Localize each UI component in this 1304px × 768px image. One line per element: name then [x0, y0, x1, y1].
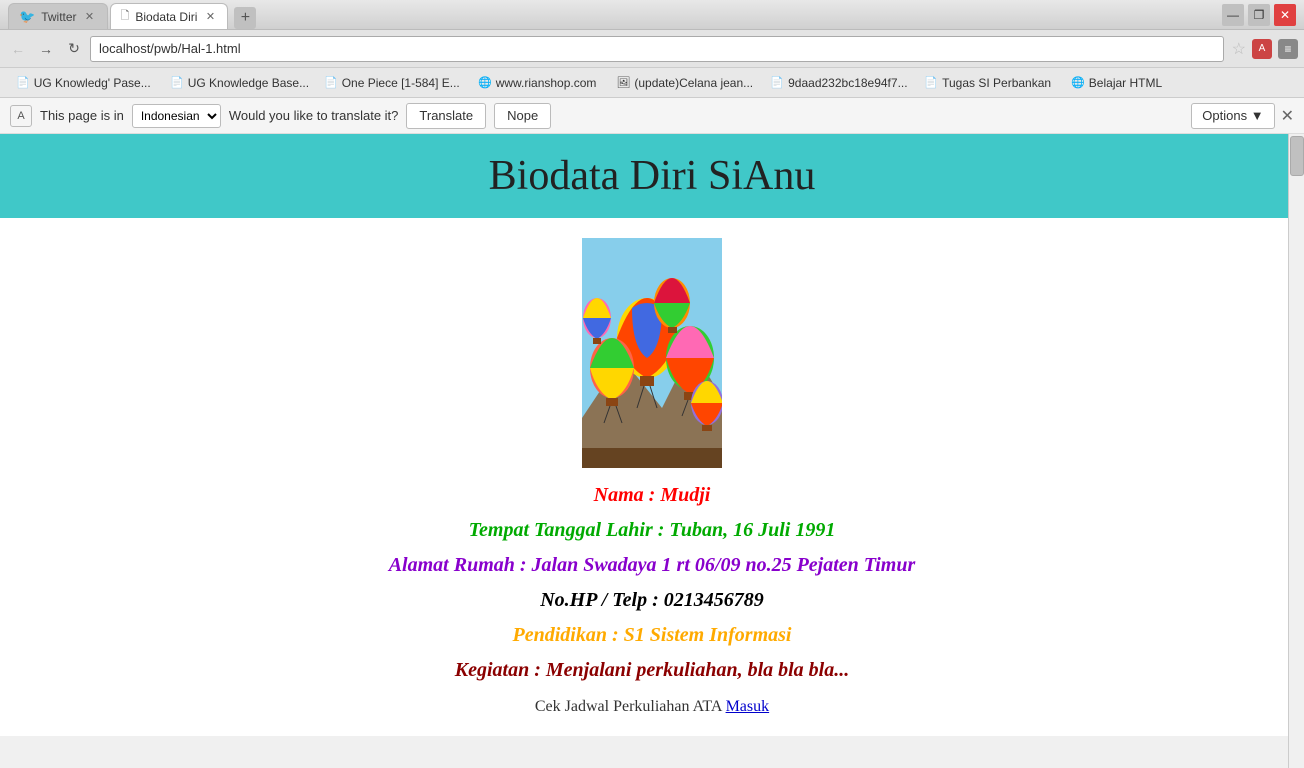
- translate-question: Would you like to translate it?: [229, 108, 399, 123]
- window-controls: — ❐ ✕: [1222, 4, 1296, 26]
- profile-image-container: [582, 238, 722, 468]
- scrollbar-thumb[interactable]: [1290, 136, 1304, 176]
- bio-link-container: Cek Jadwal Perkuliahan ATA Masuk: [389, 698, 916, 716]
- bookmark-icon-2: 📄: [324, 76, 338, 89]
- close-button[interactable]: ✕: [1274, 4, 1296, 26]
- extension-icon-1[interactable]: A: [1252, 39, 1272, 59]
- page-is-in-text: This page is in: [40, 108, 124, 123]
- bookmark-icon-4: 🖼: [616, 76, 630, 89]
- address-text: localhost/pwb/Hal-1.html: [99, 41, 241, 56]
- bio-link-text: Cek Jadwal Perkuliahan ATA: [535, 698, 722, 715]
- minimize-button[interactable]: —: [1222, 4, 1244, 26]
- tab-biodata-label: Biodata Diri: [135, 10, 197, 24]
- profile-image: [582, 238, 722, 468]
- bookmark-label-3: www.rianshop.com: [496, 76, 597, 90]
- translation-bar-right: Options ▼ ✕: [1191, 103, 1294, 129]
- bookmark-label-5: 9daad232bc18e94f7...: [788, 76, 907, 90]
- bookmark-label-0: UG Knowledg' Pase...: [34, 76, 151, 90]
- bio-birthdate: Tempat Tanggal Lahir : Tuban, 16 Juli 19…: [389, 519, 916, 542]
- new-tab-button[interactable]: +: [234, 7, 256, 29]
- bookmark-7[interactable]: 🌐 Belajar HTML: [1063, 74, 1170, 92]
- bio-name: Nama : Mudji: [389, 484, 916, 507]
- bookmark-icon-0: 📄: [16, 76, 30, 89]
- tab-twitter-label: Twitter: [41, 10, 76, 24]
- options-button[interactable]: Options ▼: [1191, 103, 1274, 129]
- tab-twitter-close[interactable]: ✕: [83, 10, 97, 24]
- tab-bar: 🐦 Twitter ✕ 🗋 Biodata Diri ✕ +: [8, 0, 256, 29]
- page-header: Biodata Diri SiAnu: [0, 134, 1304, 218]
- tab-biodata-close[interactable]: ✕: [203, 10, 217, 24]
- bio-address: Alamat Rumah : Jalan Swadaya 1 rt 06/09 …: [389, 554, 916, 577]
- scrollbar[interactable]: [1288, 134, 1304, 768]
- forward-button[interactable]: →: [34, 37, 58, 61]
- address-bar-row: ← → ↻ localhost/pwb/Hal-1.html ☆ A ≡: [0, 30, 1304, 68]
- bookmark-6[interactable]: 📄 Tugas SI Perbankan: [916, 74, 1059, 92]
- bookmark-3[interactable]: 🌐 www.rianshop.com: [470, 74, 604, 92]
- title-bar: 🐦 Twitter ✕ 🗋 Biodata Diri ✕ + — ❐ ✕: [0, 0, 1304, 30]
- close-translation-bar[interactable]: ✕: [1281, 106, 1294, 126]
- language-select[interactable]: Indonesian: [132, 104, 221, 128]
- browser-chrome: 🐦 Twitter ✕ 🗋 Biodata Diri ✕ + — ❐ ✕ ← →…: [0, 0, 1304, 736]
- bookmark-icon-5: 📄: [770, 76, 784, 89]
- bookmark-star[interactable]: ☆: [1232, 39, 1246, 59]
- bookmark-0[interactable]: 📄 UG Knowledg' Pase...: [8, 74, 158, 92]
- tab-twitter[interactable]: 🐦 Twitter ✕: [8, 3, 108, 29]
- nope-button[interactable]: Nope: [494, 103, 551, 129]
- page-icon: 🗋: [121, 7, 130, 26]
- bookmark-label-2: One Piece [1-584] E...: [342, 76, 460, 90]
- bio-phone: No.HP / Telp : 0213456789: [389, 589, 916, 612]
- bookmark-icon-7: 🌐: [1071, 76, 1085, 89]
- bookmark-5[interactable]: 📄 9daad232bc18e94f7...: [762, 74, 912, 92]
- maximize-button[interactable]: ❐: [1248, 4, 1270, 26]
- bio-education: Pendidikan : S1 Sistem Informasi: [389, 624, 916, 647]
- bookmark-2[interactable]: 📄 One Piece [1-584] E...: [316, 74, 466, 92]
- bio-info: Nama : Mudji Tempat Tanggal Lahir : Tuba…: [389, 484, 916, 716]
- bookmark-label-7: Belajar HTML: [1089, 76, 1162, 90]
- bookmark-label-4: (update)Celana jean...: [634, 76, 753, 90]
- address-bar[interactable]: localhost/pwb/Hal-1.html: [90, 36, 1224, 62]
- page-content: Biodata Diri SiAnu: [0, 134, 1304, 736]
- extension-icon-2[interactable]: ≡: [1278, 39, 1298, 59]
- twitter-icon: 🐦: [19, 9, 35, 25]
- bookmarks-bar: 📄 UG Knowledg' Pase... 📄 UG Knowledge Ba…: [0, 68, 1304, 98]
- refresh-button[interactable]: ↻: [62, 37, 86, 61]
- tab-biodata[interactable]: 🗋 Biodata Diri ✕: [110, 3, 229, 29]
- page-title: Biodata Diri SiAnu: [0, 152, 1304, 200]
- bookmark-icon-3: 🌐: [478, 76, 492, 89]
- bio-link-anchor[interactable]: Masuk: [726, 698, 770, 715]
- bookmark-4[interactable]: 🖼 (update)Celana jean...: [608, 74, 758, 92]
- back-button[interactable]: ←: [6, 37, 30, 61]
- translate-icon: A: [10, 105, 32, 127]
- bookmark-1[interactable]: 📄 UG Knowledge Base...: [162, 74, 312, 92]
- bookmark-icon-6: 📄: [924, 76, 938, 89]
- translate-button[interactable]: Translate: [406, 103, 486, 129]
- options-label: Options: [1202, 108, 1247, 123]
- bookmark-icon-1: 📄: [170, 76, 184, 89]
- translation-bar: A This page is in Indonesian Would you l…: [0, 98, 1304, 134]
- bookmark-label-6: Tugas SI Perbankan: [942, 76, 1051, 90]
- page-body: Nama : Mudji Tempat Tanggal Lahir : Tuba…: [0, 218, 1304, 736]
- bookmark-label-1: UG Knowledge Base...: [188, 76, 309, 90]
- bio-activity: Kegiatan : Menjalani perkuliahan, bla bl…: [389, 659, 916, 682]
